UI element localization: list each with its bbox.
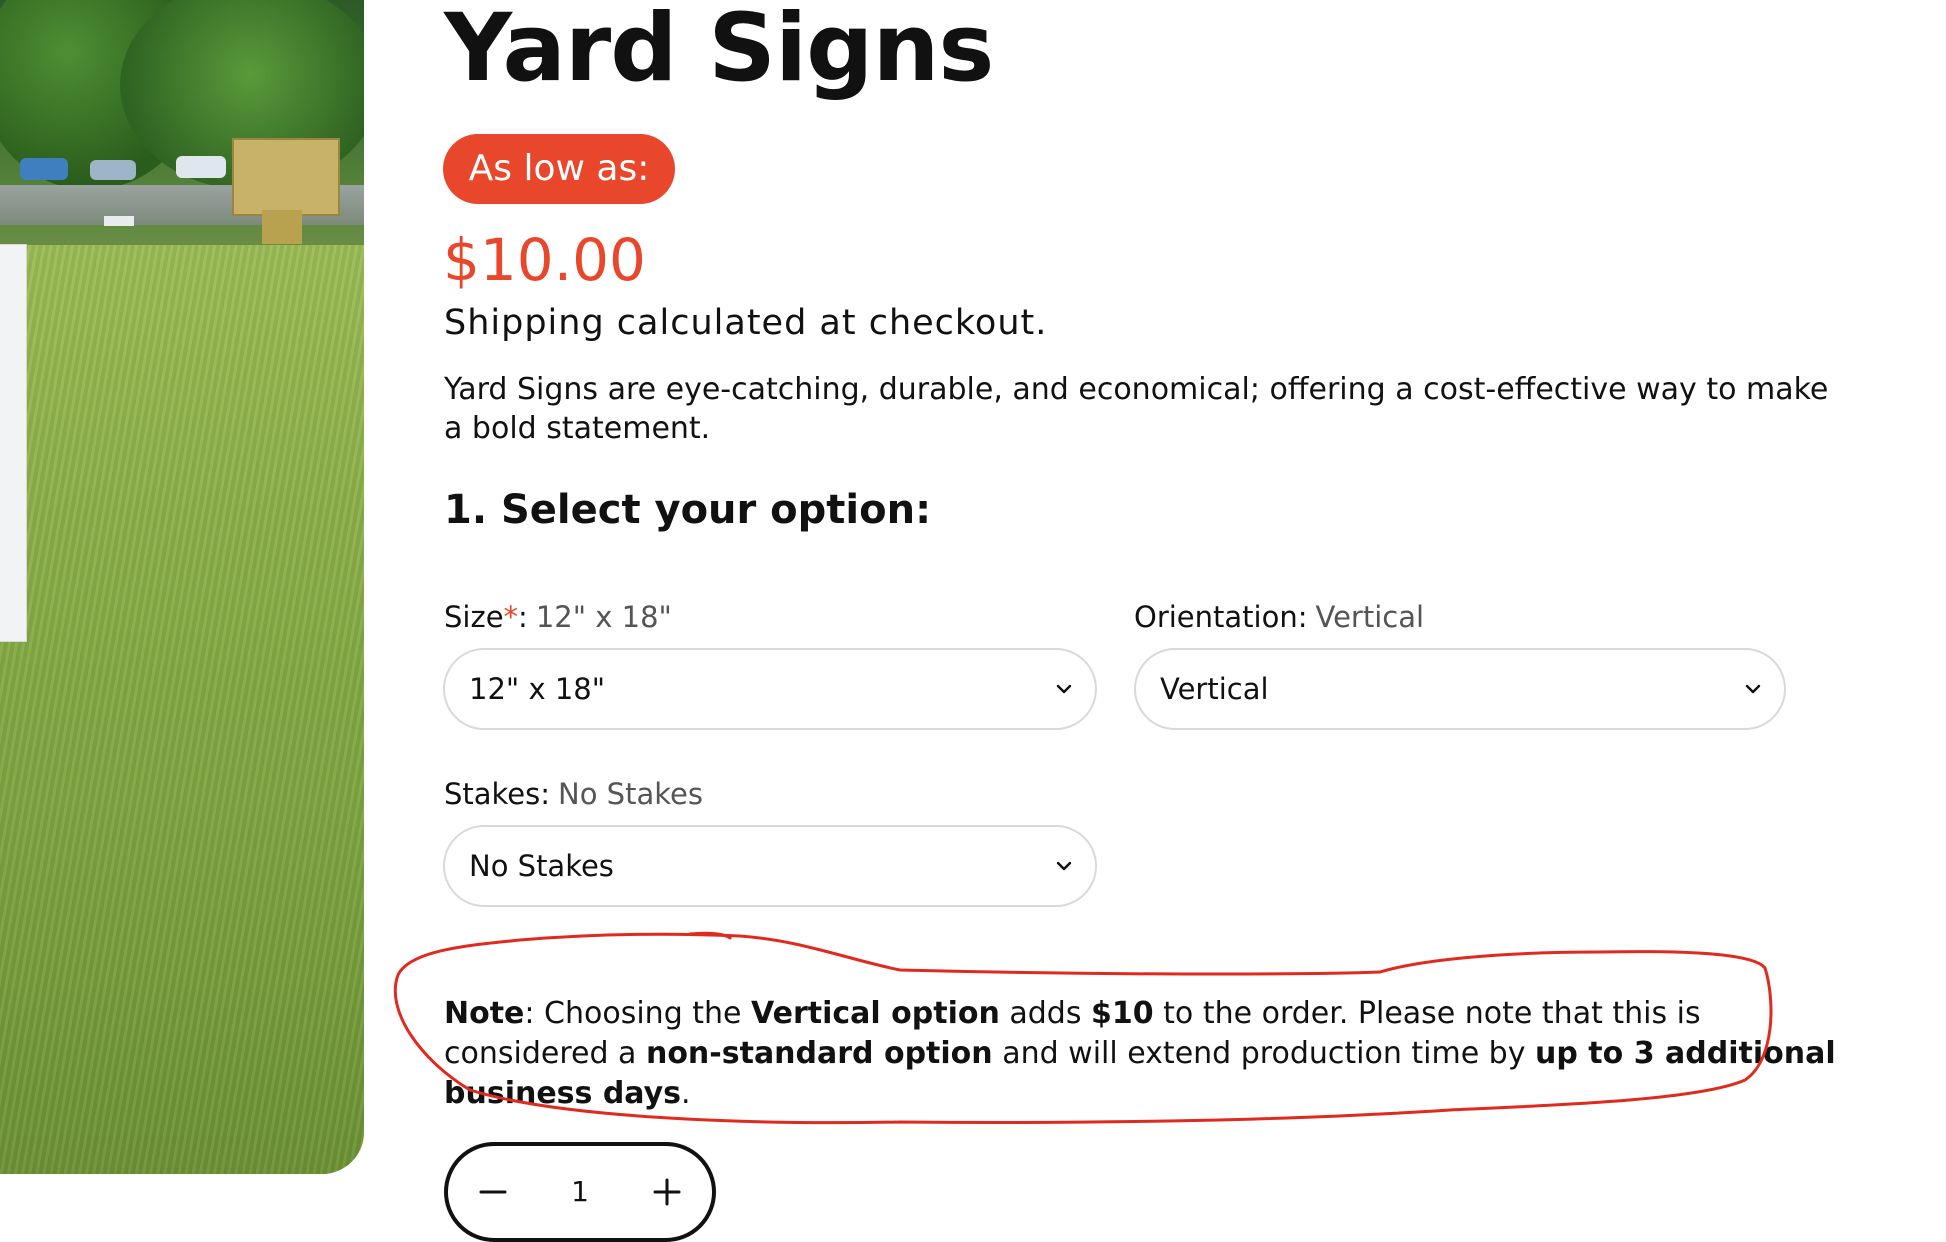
chevron-down-icon bbox=[1745, 684, 1761, 694]
product-title: Yard Signs bbox=[444, 0, 994, 103]
size-label-colon: : bbox=[518, 600, 528, 634]
image-yard-sign bbox=[0, 244, 27, 642]
size-label: Size*: 12" x 18" bbox=[444, 598, 672, 636]
stakes-select[interactable]: No Stakes bbox=[443, 825, 1097, 907]
image-mailbox bbox=[232, 138, 340, 216]
image-car bbox=[90, 160, 136, 180]
image-bench bbox=[104, 216, 134, 226]
size-select[interactable]: 12" x 18" bbox=[443, 648, 1097, 730]
options-heading: 1. Select your option: bbox=[444, 487, 932, 533]
orientation-label-text: Orientation: bbox=[1134, 600, 1308, 634]
quantity-value[interactable]: 1 bbox=[540, 1146, 620, 1238]
note-text: . bbox=[681, 1076, 691, 1111]
image-grass bbox=[0, 245, 364, 1174]
shipping-note: Shipping calculated at checkout. bbox=[444, 303, 1048, 343]
product-description: Yard Signs are eye-catching, durable, an… bbox=[444, 372, 1829, 446]
note-emphasis: non-standard option bbox=[645, 1036, 993, 1071]
note-text: : Choosing the bbox=[524, 996, 752, 1031]
plus-icon bbox=[653, 1178, 681, 1206]
stakes-label: Stakes: No Stakes bbox=[444, 775, 703, 813]
orientation-select-value: Vertical bbox=[1160, 672, 1269, 706]
image-car bbox=[20, 158, 68, 180]
increase-quantity-button[interactable] bbox=[632, 1146, 702, 1238]
product-price: $10.00 bbox=[443, 226, 646, 294]
product-image bbox=[0, 0, 364, 1174]
stakes-select-value: No Stakes bbox=[469, 849, 614, 883]
price-badge: As low as: bbox=[443, 134, 675, 204]
required-mark: * bbox=[503, 600, 519, 634]
chevron-down-icon bbox=[1056, 684, 1072, 694]
image-car bbox=[176, 156, 226, 178]
orientation-select[interactable]: Vertical bbox=[1134, 648, 1786, 730]
orientation-label: Orientation: Vertical bbox=[1134, 598, 1424, 636]
decrease-quantity-button[interactable] bbox=[458, 1146, 528, 1238]
note-prefix: Note bbox=[444, 996, 525, 1031]
minus-icon bbox=[479, 1190, 507, 1194]
note-text: and will extend production time by bbox=[992, 1036, 1536, 1071]
size-label-text: Size bbox=[444, 600, 504, 634]
orientation-current-value: Vertical bbox=[1315, 600, 1425, 634]
stakes-label-text: Stakes: bbox=[444, 777, 551, 811]
size-select-value: 12" x 18" bbox=[469, 672, 606, 706]
note-emphasis: Vertical option bbox=[751, 996, 1000, 1031]
chevron-down-icon bbox=[1056, 861, 1072, 871]
quantity-stepper[interactable]: 1 bbox=[444, 1142, 716, 1242]
vertical-option-note: Note: Choosing the Vertical option adds … bbox=[444, 994, 1864, 1114]
note-text: adds bbox=[999, 996, 1091, 1031]
stakes-current-value: No Stakes bbox=[558, 777, 703, 811]
note-emphasis: $10 bbox=[1091, 996, 1154, 1031]
size-current-value: 12" x 18" bbox=[535, 600, 672, 634]
image-mailbox-stand bbox=[262, 210, 302, 244]
